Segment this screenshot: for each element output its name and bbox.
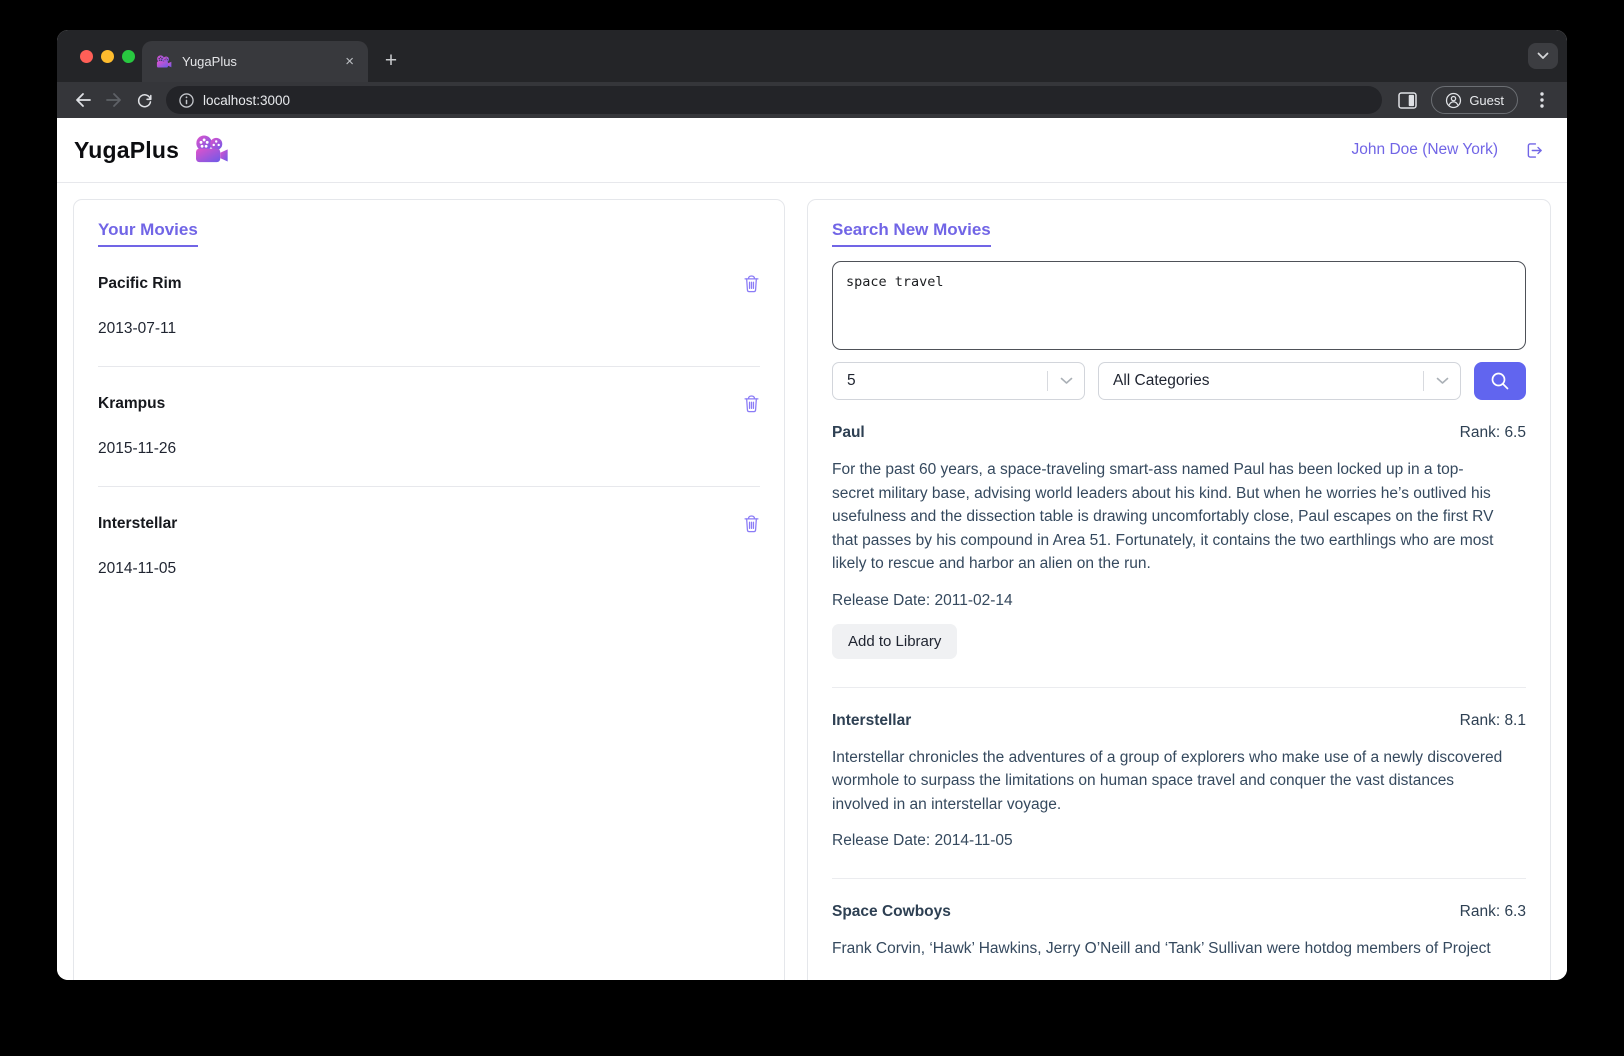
reload-button[interactable] (129, 85, 160, 115)
browser-menu-button[interactable] (1526, 85, 1557, 115)
logout-icon (1527, 142, 1542, 158)
result-limit-value: 5 (847, 372, 856, 389)
traffic-lights (80, 50, 135, 63)
app-content: YugaPlus John Doe (New York) Your Movies… (57, 118, 1567, 980)
three-dots-icon (1539, 92, 1544, 108)
brand-title: YugaPlus (74, 136, 180, 163)
category-select[interactable]: All Categories (1098, 362, 1461, 400)
result-rank: Rank: 6.3 (1459, 903, 1526, 921)
movie-release-date: 2013-07-11 (98, 320, 177, 337)
address-bar[interactable]: localhost:3000 (166, 86, 1383, 114)
side-panel-button[interactable] (1392, 85, 1423, 115)
magnifier-icon (1491, 372, 1509, 390)
search-result: Space Cowboys Rank: 6.3 Frank Corvin, ‘H… (832, 879, 1526, 980)
tab-strip: YugaPlus × + (57, 30, 1567, 82)
user-link[interactable]: John Doe (New York) (1352, 141, 1498, 159)
result-rank: Rank: 8.1 (1459, 711, 1526, 729)
chevron-down-icon (1537, 52, 1549, 59)
forward-button[interactable] (98, 85, 129, 115)
tab-title: YugaPlus (182, 54, 237, 69)
movie-release-date: 2015-11-26 (98, 440, 177, 457)
chevron-down-icon (1436, 377, 1448, 384)
search-controls: 5 All Categories (832, 362, 1526, 400)
movie-camera-icon (194, 135, 229, 165)
site-info-icon (179, 92, 194, 108)
your-movies-panel: Your Movies Pacific Rim 2013-07-11 Kramp… (73, 199, 785, 980)
result-description: For the past 60 years, a space-traveling… (832, 461, 1494, 573)
app-main: Your Movies Pacific Rim 2013-07-11 Kramp… (57, 183, 1567, 980)
logout-button[interactable] (1524, 140, 1545, 161)
url-text: localhost:3000 (203, 92, 291, 108)
result-limit-select[interactable]: 5 (832, 362, 1085, 400)
delete-movie-button[interactable] (743, 394, 760, 413)
tab-yugaplus[interactable]: YugaPlus × (142, 41, 368, 82)
library-movie-row: Krampus 2015-11-26 (98, 367, 760, 487)
tab-search-button[interactable] (1528, 43, 1558, 69)
brand: YugaPlus (74, 135, 229, 165)
search-result: Paul Rank: 6.5 For the past 60 years, a … (832, 400, 1526, 688)
back-arrow-icon (75, 93, 91, 107)
search-button[interactable] (1474, 362, 1526, 400)
category-value: All Categories (1113, 372, 1210, 389)
delete-movie-button[interactable] (743, 514, 760, 533)
profile-button[interactable]: Guest (1431, 86, 1518, 114)
browser-window: YugaPlus × + localhost:3000 Guest YugaPl… (57, 30, 1567, 980)
browser-toolbar: localhost:3000 Guest (57, 82, 1567, 118)
close-window-button[interactable] (80, 50, 93, 63)
result-title: Paul (832, 424, 865, 441)
movie-release-date: 2014-11-05 (98, 560, 177, 577)
add-to-library-button[interactable]: Add to Library (832, 623, 958, 659)
forward-arrow-icon (105, 93, 121, 107)
chevron-down-icon (1060, 377, 1072, 384)
movie-title: Krampus (98, 394, 166, 412)
person-icon (1446, 92, 1462, 108)
minimize-window-button[interactable] (101, 50, 114, 63)
result-description: Interstellar chronicles the adventures o… (832, 748, 1503, 813)
tab-close-icon[interactable]: × (341, 52, 358, 71)
search-title: Search New Movies (832, 220, 991, 247)
your-movies-title: Your Movies (98, 220, 198, 247)
search-result: Interstellar Rank: 8.1 Interstellar chro… (832, 688, 1526, 880)
library-movie-row: Interstellar 2014-11-05 (98, 487, 760, 606)
zoom-window-button[interactable] (122, 50, 135, 63)
trash-icon (744, 395, 759, 413)
movie-camera-favicon (156, 54, 172, 69)
side-panel-icon (1398, 91, 1418, 109)
result-rank: Rank: 6.5 (1459, 424, 1526, 441)
result-release-date: Release Date: 2011-02-14 (832, 591, 1013, 609)
result-description: Frank Corvin, ‘Hawk’ Hawkins, Jerry O’Ne… (832, 940, 1491, 958)
result-release-date: Release Date: 2014-11-05 (832, 832, 1013, 850)
result-title: Interstellar (832, 711, 912, 729)
movie-title: Pacific Rim (98, 274, 182, 292)
trash-icon (744, 275, 759, 293)
user-area: John Doe (New York) (1352, 140, 1545, 161)
library-movie-row: Pacific Rim 2013-07-11 (98, 247, 760, 367)
result-title: Space Cowboys (832, 903, 951, 921)
profile-label: Guest (1469, 92, 1504, 108)
delete-movie-button[interactable] (743, 274, 760, 293)
search-panel: Search New Movies space travel 5 All Cat… (807, 199, 1551, 980)
trash-icon (744, 515, 759, 533)
new-tab-button[interactable]: + (377, 47, 405, 75)
app-header: YugaPlus John Doe (New York) (57, 118, 1567, 183)
movie-title: Interstellar (98, 514, 178, 532)
search-query-textarea[interactable]: space travel (832, 261, 1526, 350)
reload-icon (137, 93, 152, 107)
back-button[interactable] (67, 85, 98, 115)
